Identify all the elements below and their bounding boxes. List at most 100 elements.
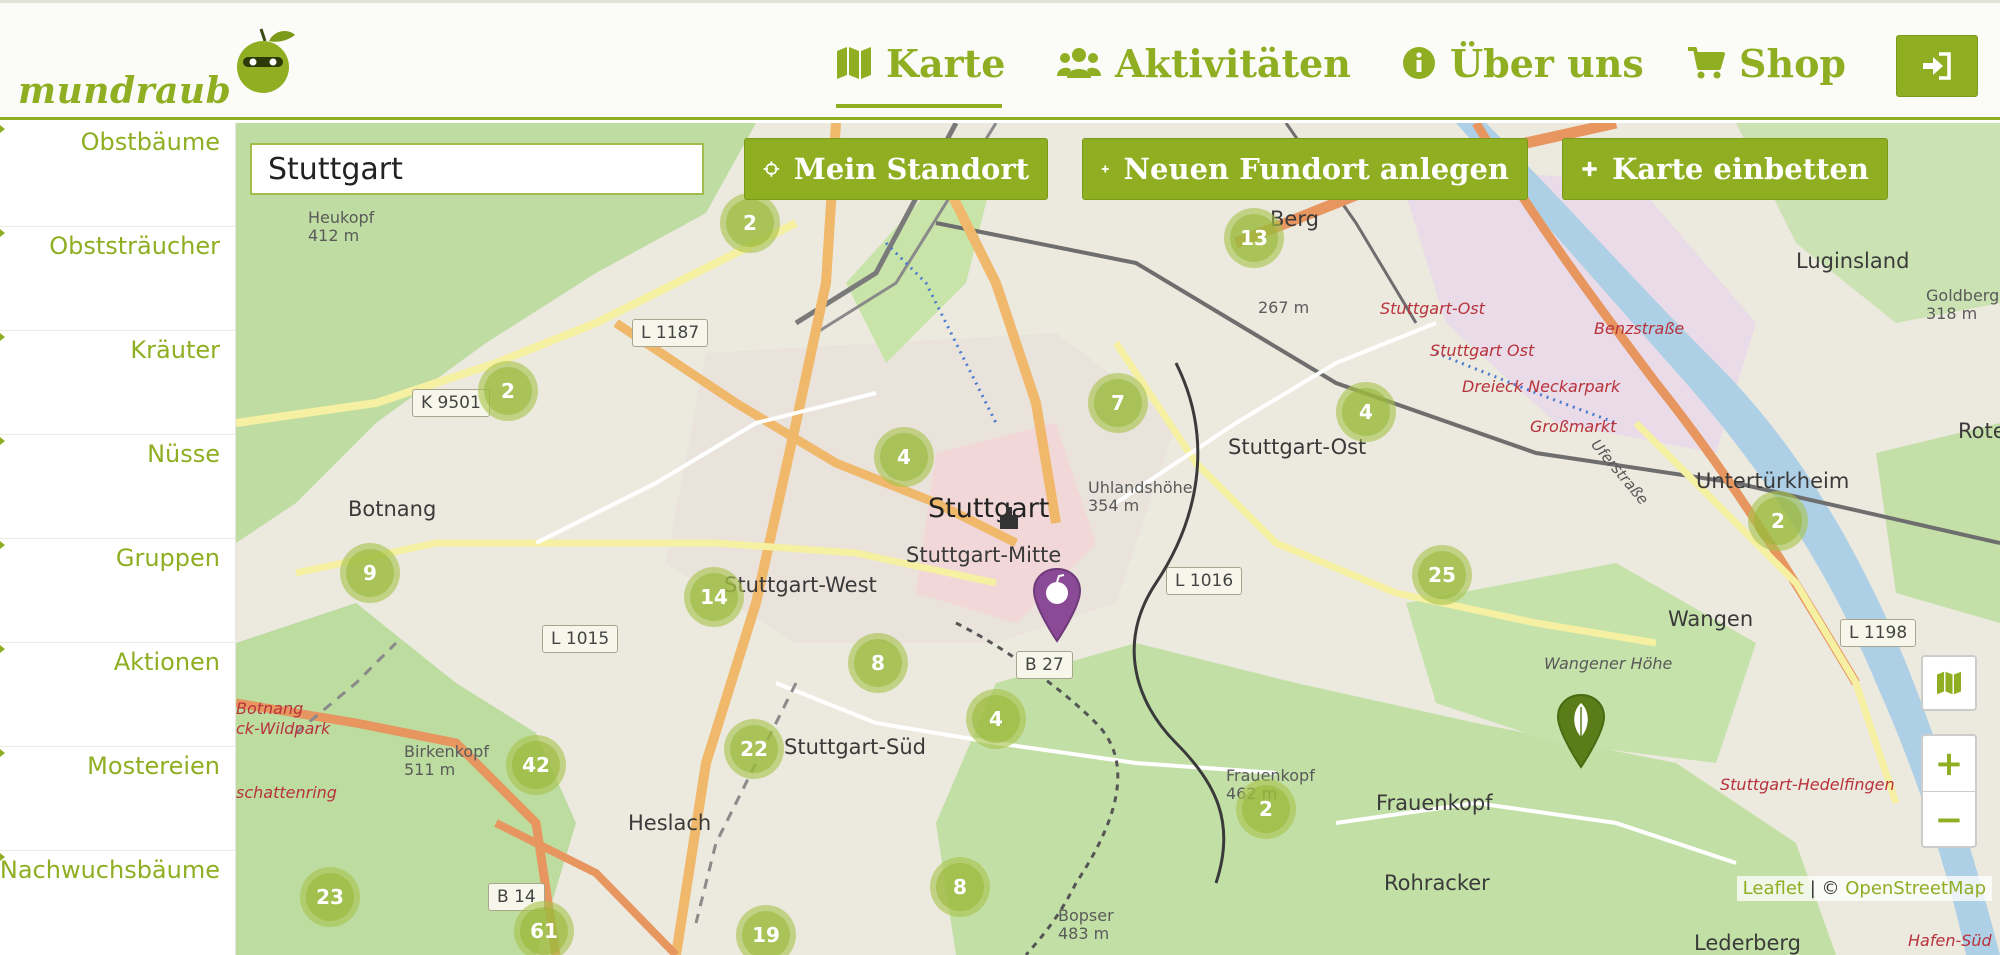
label-wangen: Wangen xyxy=(1668,607,1754,631)
cluster-marker[interactable]: 25 xyxy=(1412,545,1472,605)
cluster-count: 14 xyxy=(690,573,738,621)
sidebar-item-gruppen[interactable]: Gruppen xyxy=(0,539,236,643)
info-circle-icon xyxy=(1403,47,1435,79)
leaf-pin-marker-icon[interactable] xyxy=(1556,693,1606,769)
cluster-marker[interactable]: 2 xyxy=(1748,491,1808,551)
login-button[interactable] xyxy=(1896,35,1978,97)
label-botnang: Botnang xyxy=(348,497,437,521)
nav-shop[interactable]: Shop xyxy=(1687,33,1846,93)
cluster-count: 61 xyxy=(520,907,568,955)
new-location-label: Neuen Fundort anlegen xyxy=(1123,152,1509,186)
caret-right-icon xyxy=(0,749,5,757)
label-stuttgart-west: Stuttgart-West xyxy=(724,573,877,597)
label-dreieck-neckarpark: Dreieck Neckarpark xyxy=(1462,377,1621,396)
category-sidebar: Obstbäume Obststräucher Kräuter Nüsse Gr… xyxy=(0,123,236,955)
cluster-marker[interactable]: 13 xyxy=(1224,208,1284,268)
cluster-marker[interactable]: 9 xyxy=(340,543,400,603)
site-logo[interactable]: mundraub xyxy=(16,25,306,117)
crosshairs-icon xyxy=(763,161,780,177)
label-lederberg: Lederberg xyxy=(1694,931,1801,955)
cluster-count: 9 xyxy=(346,549,394,597)
fruit-pin-marker-icon[interactable] xyxy=(1032,567,1082,643)
label-stuttgart-mitte: Stuttgart-Mitte xyxy=(906,543,1062,567)
cluster-marker[interactable]: 7 xyxy=(1088,373,1148,433)
cluster-marker[interactable]: 14 xyxy=(684,567,744,627)
sidebar-item-kraeuter[interactable]: Kräuter xyxy=(0,331,236,435)
label-station-stuttgart-ost-1: Stuttgart-Ost xyxy=(1380,299,1485,318)
label-stuttgart-ost: Stuttgart-Ost xyxy=(1228,435,1367,459)
leaflet-link[interactable]: Leaflet xyxy=(1743,878,1804,899)
label-luginsland: Luginsland xyxy=(1796,249,1910,273)
sidebar-item-label: Aktionen xyxy=(113,648,220,676)
label-berg-alt: 267 m xyxy=(1258,298,1310,317)
sidebar-item-obstbaeume[interactable]: Obstbäume xyxy=(0,123,236,227)
label-schattenring-cut: schattenring xyxy=(236,783,337,802)
sidebar-item-mostereien[interactable]: Mostereien xyxy=(0,747,236,851)
cluster-marker[interactable]: 61 xyxy=(514,901,574,955)
peak-name: Heukopf xyxy=(308,208,375,227)
caret-right-icon xyxy=(0,541,5,549)
layers-control-button[interactable] xyxy=(1921,655,1977,711)
cluster-count: 4 xyxy=(880,433,928,481)
logo-text: mundraub xyxy=(18,70,232,112)
road-badge: B 27 xyxy=(1016,651,1073,679)
cluster-marker[interactable]: 8 xyxy=(848,633,908,693)
search-box[interactable] xyxy=(250,143,704,195)
label-hafen-sued: Hafen-Süd xyxy=(1908,931,1992,950)
cluster-marker[interactable]: 2 xyxy=(720,193,780,253)
zoom-in-button[interactable]: + xyxy=(1923,736,1975,791)
cluster-count: 22 xyxy=(730,725,778,773)
caret-right-icon xyxy=(0,645,5,653)
sidebar-item-nuesse[interactable]: Nüsse xyxy=(0,435,236,539)
cluster-marker[interactable]: 4 xyxy=(874,427,934,487)
label-heukopf: Heukopf 412 m xyxy=(308,209,374,245)
cluster-marker[interactable]: 2 xyxy=(478,361,538,421)
caret-right-icon xyxy=(0,333,5,341)
zoom-control: + − xyxy=(1921,734,1977,848)
cluster-marker[interactable]: 22 xyxy=(724,719,784,779)
nav-aktivitaeten[interactable]: Aktivitäten xyxy=(1057,33,1351,93)
peak-name: Goldberg xyxy=(1926,286,2000,305)
cluster-count: 8 xyxy=(936,863,984,911)
plus-icon xyxy=(1101,165,1109,173)
new-location-button[interactable]: Neuen Fundort anlegen xyxy=(1082,138,1528,200)
label-bopser: Bopser 483 m xyxy=(1058,907,1114,943)
attribution-separator: | © xyxy=(1809,878,1840,899)
sidebar-item-nachwuchsbaeume[interactable]: Nachwuchsbäume xyxy=(0,851,236,955)
cluster-count: 13 xyxy=(1230,214,1278,262)
cluster-count: 2 xyxy=(1754,497,1802,545)
cluster-marker[interactable]: 2 xyxy=(1236,779,1296,839)
my-location-button[interactable]: Mein Standort xyxy=(744,138,1048,200)
road-badge: L 1187 xyxy=(632,319,709,347)
nav-ueber-uns-label: Über uns xyxy=(1450,40,1644,86)
nav-shop-label: Shop xyxy=(1739,40,1846,86)
label-benzstrasse: Benzstraße xyxy=(1594,319,1685,338)
peak-altitude: 483 m xyxy=(1058,924,1110,943)
embed-map-button[interactable]: Karte einbetten xyxy=(1562,138,1888,200)
road-badge: L 1015 xyxy=(542,625,619,653)
map-canvas[interactable]: Heukopf 412 m Stuttgart Stuttgart-Mitte S… xyxy=(236,123,2000,955)
nav-ueber-uns[interactable]: Über uns xyxy=(1402,33,1644,93)
cluster-marker[interactable]: 42 xyxy=(506,735,566,795)
cluster-count: 2 xyxy=(1242,785,1290,833)
cluster-count: 23 xyxy=(306,873,354,921)
map-base-layer xyxy=(236,123,2000,955)
map-layers-icon xyxy=(1937,671,1961,695)
cluster-count: 2 xyxy=(484,367,532,415)
cluster-count: 25 xyxy=(1418,551,1466,599)
nav-karte[interactable]: Karte xyxy=(836,33,1005,93)
cluster-marker[interactable]: 8 xyxy=(930,857,990,917)
sidebar-item-aktionen[interactable]: Aktionen xyxy=(0,643,236,747)
cluster-marker[interactable]: 4 xyxy=(966,689,1026,749)
cluster-marker[interactable]: 23 xyxy=(300,867,360,927)
map-attribution: Leaflet | © OpenStreetMap xyxy=(1736,876,1992,901)
cluster-count: 2 xyxy=(726,199,774,247)
search-input[interactable] xyxy=(252,145,702,193)
osm-link[interactable]: OpenStreetMap xyxy=(1845,878,1986,899)
road-badge: L 1198 xyxy=(1840,619,1917,647)
sidebar-item-obststraeucher[interactable]: Obststräucher xyxy=(0,227,236,331)
sidebar-item-label: Gruppen xyxy=(115,544,220,572)
zoom-out-button[interactable]: − xyxy=(1923,792,1975,847)
cluster-marker[interactable]: 4 xyxy=(1336,382,1396,442)
cluster-count: 42 xyxy=(512,741,560,789)
